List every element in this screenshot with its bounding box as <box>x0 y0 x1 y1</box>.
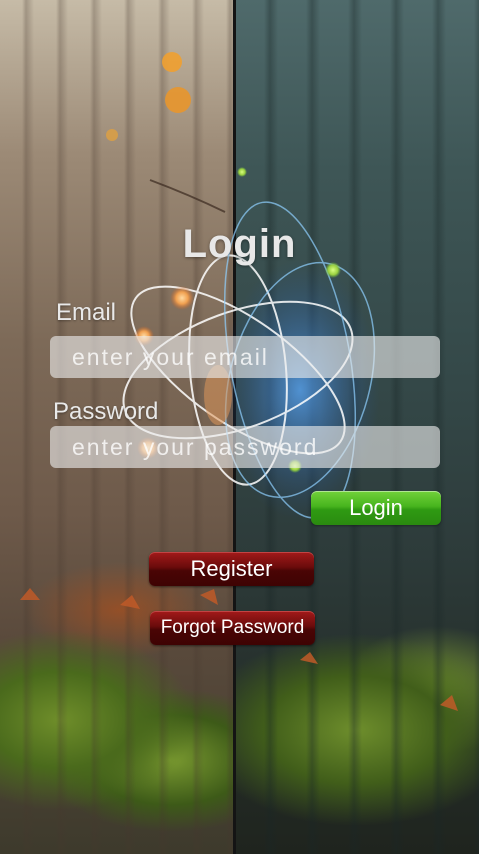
forgot-password-button[interactable]: Forgot Password <box>150 611 315 645</box>
email-field[interactable] <box>50 336 440 378</box>
login-title: Login <box>182 222 297 266</box>
login-button[interactable]: Login <box>311 491 441 525</box>
email-label: Email <box>56 299 117 326</box>
password-field[interactable] <box>50 426 440 468</box>
password-label: Password <box>53 398 159 425</box>
register-button[interactable]: Register <box>149 552 314 586</box>
